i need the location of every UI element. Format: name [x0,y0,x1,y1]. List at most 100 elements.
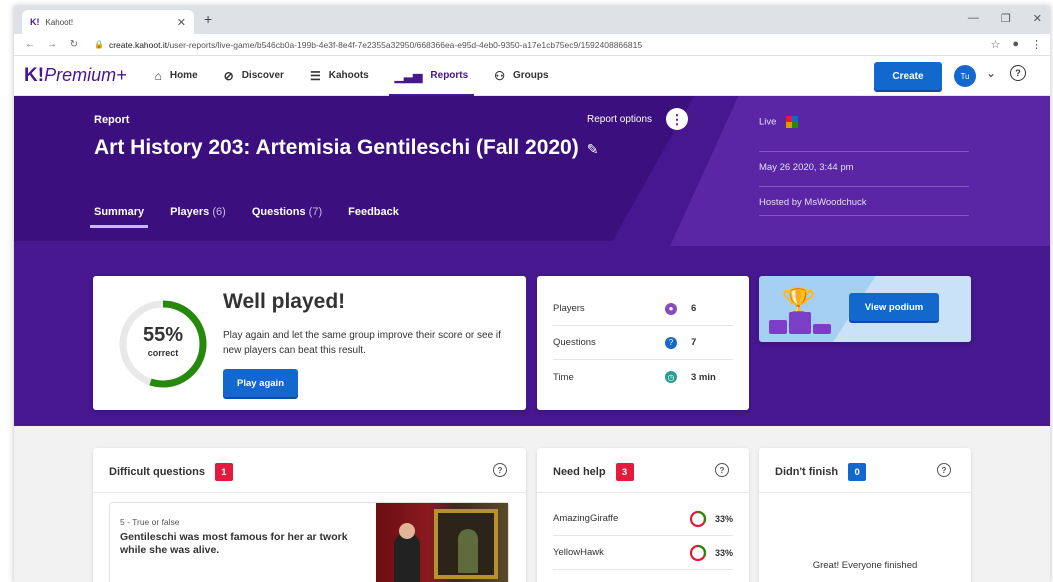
minimize-icon[interactable]: — [968,12,979,25]
reload-icon[interactable]: ↻ [66,39,82,50]
nav-item-reports[interactable]: ▁▃▅ Reports [388,56,475,97]
tab-feedback[interactable]: Feedback [348,206,399,228]
url-field[interactable]: 🔒 create.kahoot.it /user-reports/live-ga… [94,40,990,50]
tab-players[interactable]: Players (6) [170,206,226,228]
tab-questions[interactable]: Questions (7) [252,206,322,228]
question-card[interactable]: 5 - True or false Gentileschi was most f… [109,502,509,582]
tab-label: Summary [94,206,145,218]
nav-item-home[interactable]: ⌂ Home [155,56,198,96]
player-row[interactable]: AmazingGiraffe 33% [553,502,733,536]
report-tabs: Summary Players (6) Questions (7) Feedba… [89,206,399,228]
question-image [376,503,508,582]
podium-block-3 [813,324,831,334]
nav-item-groups[interactable]: ⚇ Groups [494,56,548,96]
player-name: YellowHawk [553,547,604,558]
logo-premium: Premium+ [44,64,127,85]
divider [759,492,971,493]
podium-block-2 [769,320,787,334]
report-options-button[interactable]: ⋮ [666,108,688,130]
help-icon[interactable]: ? [937,463,951,477]
restore-icon[interactable]: ❐ [1001,12,1011,25]
avatar[interactable]: Tu [954,65,976,87]
stats-card: Players ● 6 Questions ? 7 Time ◷ 3 min [537,276,749,410]
create-button[interactable]: Create [874,62,942,90]
back-icon[interactable]: ← [22,39,38,50]
image-figure-head [399,523,415,539]
forward-icon[interactable]: → [44,39,60,50]
close-window-icon[interactable]: ✕ [1033,12,1042,25]
question-text: Gentileschi was most famous for her ar t… [120,531,348,556]
nav-label: Home [169,70,198,81]
view-podium-button[interactable]: View podium [849,293,939,321]
home-icon: ⌂ [154,68,162,83]
address-bar: ← → ↻ 🔒 create.kahoot.it /user-reports/l… [14,34,1050,56]
chevron-down-icon[interactable]: ⌄ [986,66,996,80]
url-path: /user-reports/live-game/b546cb0a-199b-4e… [167,39,643,50]
help-icon[interactable]: ? [715,463,729,477]
help-icon[interactable]: ? [493,463,507,477]
stat-row-questions: Questions ? 7 [553,326,733,360]
play-again-button[interactable]: Play again [223,369,298,397]
nav-label: Groups [512,70,549,81]
count-badge: 0 [848,463,867,481]
nav-item-discover[interactable]: ⊘ Discover [224,56,284,96]
lock-icon: 🔒 [94,40,104,49]
edit-pencil-icon[interactable]: ✎ [587,141,599,157]
panel-title: Difficult questions 1 [109,463,233,481]
player-progress-ring [689,544,707,561]
tab-title: Kahoot! [45,17,74,27]
report-title-wrap: Art History 203: Artemisia Gentileschi (… [94,136,598,160]
count-badge: 1 [214,463,233,481]
nav-item-kahoots[interactable]: ☰ Kahoots [310,56,369,96]
panel-title: Need help 3 [553,463,634,481]
report-host: Hosted by MsWoodchuck [759,186,969,216]
panel-title-text: Need help [553,466,606,478]
browser-window: K! Kahoot! ✕ + — ❐ ✕ ← → ↻ 🔒 create.kaho… [14,6,1050,582]
compass-icon: ⊘ [223,68,234,83]
clock-icon: ◷ [665,371,677,383]
image-painting-figure [458,529,478,573]
url-host: create.kahoot.it [108,39,168,50]
help-icon[interactable]: ? [1010,65,1026,81]
player-row[interactable]: YellowHawk 33% [553,536,733,570]
nav-label: Discover [241,70,284,81]
player-progress-ring [689,510,707,527]
tab-summary[interactable]: Summary [89,206,149,228]
stat-label: Players [553,303,585,314]
logo-k: K! [24,64,45,86]
tab-label: Questions [251,206,306,218]
browser-tab[interactable]: K! Kahoot! ✕ [22,10,194,34]
nav-label: Kahoots [328,70,369,81]
person-icon: ● [665,302,677,315]
stat-label: Time [553,371,574,383]
report-date: May 26 2020, 3:44 pm [759,151,969,186]
difficult-questions-panel: Difficult questions 1 ? 5 - True or fals… [93,448,526,582]
profile-icon[interactable]: ● [1012,38,1019,51]
tab-count: (6) [212,206,226,218]
score-correct-label: correct [147,348,179,358]
tab-count: (7) [308,206,323,218]
nav-label: Reports [430,70,469,81]
groups-icon: ⚇ [494,68,505,83]
panel-title: Didn't finish 0 [775,463,867,481]
tab-label: Feedback [348,206,399,218]
stat-value: 3 min [691,371,716,383]
score-heading: Well played! [223,290,346,313]
stat-value: 7 [691,337,697,348]
score-description: Play again and let the same group improv… [223,330,501,356]
stat-label: Questions [553,337,596,348]
report-title: Art History 203: Artemisia Gentileschi (… [94,136,579,159]
player-name: AmazingGiraffe [553,513,619,524]
tab-label: Players [170,206,210,218]
question-type: 5 - True or false [120,517,180,527]
kahoot-logo[interactable]: K! Premium+ [24,65,127,87]
score-card: 55% correct Well played! Play again and … [93,276,526,410]
chart-icon: ▁▃▅ [394,68,423,83]
divider [537,492,749,493]
live-status: Live [759,116,969,141]
menu-dots-icon[interactable]: ⋮ [1031,38,1042,51]
tab-close-icon[interactable]: ✕ [177,16,186,29]
stat-row-time: Time ◷ 3 min [553,360,733,394]
new-tab-icon[interactable]: + [204,11,212,27]
star-icon[interactable]: ☆ [990,38,1000,51]
